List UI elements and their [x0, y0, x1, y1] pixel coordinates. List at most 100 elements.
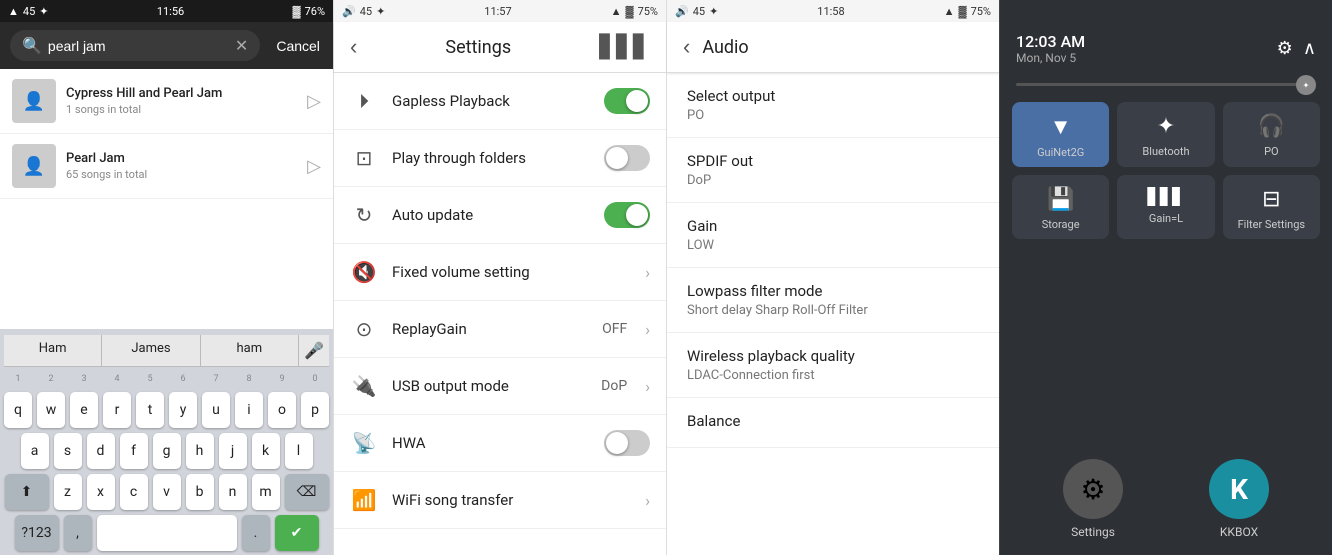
kb-key[interactable]: x — [87, 474, 115, 510]
audio-item-balance[interactable]: Balance — [667, 398, 999, 448]
audio-item-title: Wireless playback quality — [687, 347, 979, 365]
settings-label: ReplayGain — [392, 320, 588, 338]
comma-key[interactable]: , — [64, 515, 92, 551]
audio-back-button[interactable]: ‹ — [683, 34, 690, 60]
audio-item-gain[interactable]: Gain LOW — [667, 203, 999, 268]
kb-key[interactable]: c — [120, 474, 148, 510]
backspace-key[interactable]: ⌫ — [285, 474, 329, 510]
settings-item-wifisong[interactable]: 📶 WiFi song transfer › — [334, 472, 666, 529]
space-key[interactable] — [97, 515, 237, 551]
audio-panel: 🔊 45 ✦ 11:58 ▲ ▓ 75% ‹ Audio Select outp… — [666, 0, 999, 555]
qs-tile-storage[interactable]: 💾 Storage — [1012, 175, 1109, 239]
period-key[interactable]: . — [242, 515, 270, 551]
kb-key[interactable]: z — [54, 474, 82, 510]
audio-item-lowpass[interactable]: Lowpass filter mode Short delay Sharp Ro… — [667, 268, 999, 333]
qs-tile-gainl[interactable]: ▋▋▋ Gain=L — [1117, 175, 1214, 239]
clear-search-icon[interactable]: ✕ — [235, 36, 248, 55]
kb-key[interactable]: f — [120, 433, 148, 469]
settings-item-autoupdate[interactable]: ↻ Auto update — [334, 187, 666, 244]
kb-key[interactable]: 4 — [103, 371, 131, 387]
kb-key[interactable]: 7 — [202, 371, 230, 387]
cancel-button[interactable]: Cancel — [268, 34, 328, 58]
kb-key[interactable]: a — [21, 433, 49, 469]
kb-key[interactable]: d — [87, 433, 115, 469]
qs-tiles: ▼ GuiNet2G ✦ Bluetooth 🎧 PO 💾 Storage ▋▋… — [1000, 94, 1332, 247]
settings-item-fixedvolume[interactable]: 🔇 Fixed volume setting › — [334, 244, 666, 301]
collapse-icon[interactable]: ∧ — [1303, 38, 1316, 59]
kb-key[interactable]: b — [186, 474, 214, 510]
qs-tile-wifi[interactable]: ▼ GuiNet2G — [1012, 102, 1109, 167]
list-item[interactable]: 👤 Cypress Hill and Pearl Jam 1 songs in … — [0, 69, 333, 134]
settings-item-hwa[interactable]: 📡 HWA — [334, 415, 666, 472]
kb-key[interactable]: g — [153, 433, 181, 469]
shift-key[interactable]: ⬆ — [5, 474, 49, 510]
search-input[interactable] — [48, 38, 229, 54]
play-button[interactable]: ▷ — [307, 91, 321, 112]
kb-key[interactable]: k — [252, 433, 280, 469]
settings-item-gapless[interactable]: ⏵ Gapless Playback — [334, 73, 666, 130]
list-item[interactable]: 👤 Pearl Jam 65 songs in total ▷ — [0, 134, 333, 199]
audio-item-wirelessquality[interactable]: Wireless playback quality LDAC-Connectio… — [667, 333, 999, 398]
mic-button[interactable]: 🎤 — [299, 335, 329, 366]
volume-icon-2: 🔊 — [342, 5, 356, 18]
enter-key[interactable]: ✔ — [275, 515, 319, 551]
hwa-icon: 📡 — [350, 429, 378, 457]
qs-tile-label: GuiNet2G — [1037, 146, 1084, 159]
battery-level-2: 75% — [638, 5, 658, 18]
kb-key[interactable]: s — [54, 433, 82, 469]
gear-icon[interactable]: ⚙ — [1277, 38, 1293, 59]
search-input-container[interactable]: 🔍 ✕ — [10, 30, 260, 61]
kb-key[interactable]: t — [136, 392, 164, 428]
kb-key[interactable]: 2 — [37, 371, 65, 387]
kb-key[interactable]: y — [169, 392, 197, 428]
playfolder-toggle[interactable] — [604, 145, 650, 171]
song-title: Cypress Hill and Pearl Jam — [66, 86, 297, 101]
autoupdate-toggle[interactable] — [604, 202, 650, 228]
brightness-slider[interactable]: ✦ — [1016, 83, 1316, 86]
kb-key[interactable]: 0 — [301, 371, 329, 387]
settings-item-playfolder[interactable]: ⊡ Play through folders — [334, 130, 666, 187]
kb-key[interactable]: q — [4, 392, 32, 428]
kb-key[interactable]: 8 — [235, 371, 263, 387]
kb-key[interactable]: l — [285, 433, 313, 469]
kb-key[interactable]: u — [202, 392, 230, 428]
kb-key[interactable]: v — [153, 474, 181, 510]
qs-tile-filtersettings[interactable]: ⊟ Filter Settings — [1223, 175, 1320, 239]
kb-row-z: ⬆ z x c v b n m ⌫ — [4, 474, 329, 510]
audio-item-spdifout[interactable]: SPDIF out DoP — [667, 138, 999, 203]
brightness-thumb[interactable]: ✦ — [1296, 75, 1316, 95]
kb-key[interactable]: 1 — [4, 371, 32, 387]
suggestion-1[interactable]: James — [102, 335, 200, 366]
kb-key[interactable]: 3 — [70, 371, 98, 387]
audio-item-selectoutput[interactable]: Select output PO — [667, 73, 999, 138]
kb-key[interactable]: p — [301, 392, 329, 428]
kb-key[interactable]: 9 — [268, 371, 296, 387]
kb-key[interactable]: 5 — [136, 371, 164, 387]
kb-key[interactable]: r — [103, 392, 131, 428]
brightness-row: ✦ — [1000, 75, 1332, 94]
kb-key[interactable]: 6 — [169, 371, 197, 387]
back-button[interactable]: ‹ — [350, 34, 357, 60]
bluetooth-icon-1: ✦ — [39, 5, 48, 18]
kb-key[interactable]: m — [252, 474, 280, 510]
kb-key[interactable]: j — [219, 433, 247, 469]
kb-key[interactable]: i — [235, 392, 263, 428]
suggestion-2[interactable]: ham — [201, 335, 299, 366]
bluetooth-icon-2: ✦ — [376, 5, 385, 18]
kb-key[interactable]: n — [219, 474, 247, 510]
qs-app-kkbox[interactable]: K KKBOX — [1209, 459, 1269, 539]
qs-tile-po[interactable]: 🎧 PO — [1223, 102, 1320, 167]
play-button[interactable]: ▷ — [307, 156, 321, 177]
hwa-toggle[interactable] — [604, 430, 650, 456]
settings-item-usboutput[interactable]: 🔌 USB output mode DoP › — [334, 358, 666, 415]
kb-key[interactable]: h — [186, 433, 214, 469]
qs-app-settings[interactable]: ⚙ Settings — [1063, 459, 1123, 539]
kb-key[interactable]: o — [268, 392, 296, 428]
symbols-key[interactable]: ?123 — [15, 515, 59, 551]
kb-key[interactable]: e — [70, 392, 98, 428]
qs-tile-bluetooth[interactable]: ✦ Bluetooth — [1117, 102, 1214, 167]
settings-item-replaygain[interactable]: ⊙ ReplayGain OFF › — [334, 301, 666, 358]
suggestion-0[interactable]: Ham — [4, 335, 102, 366]
gapless-toggle[interactable] — [604, 88, 650, 114]
kb-key[interactable]: w — [37, 392, 65, 428]
